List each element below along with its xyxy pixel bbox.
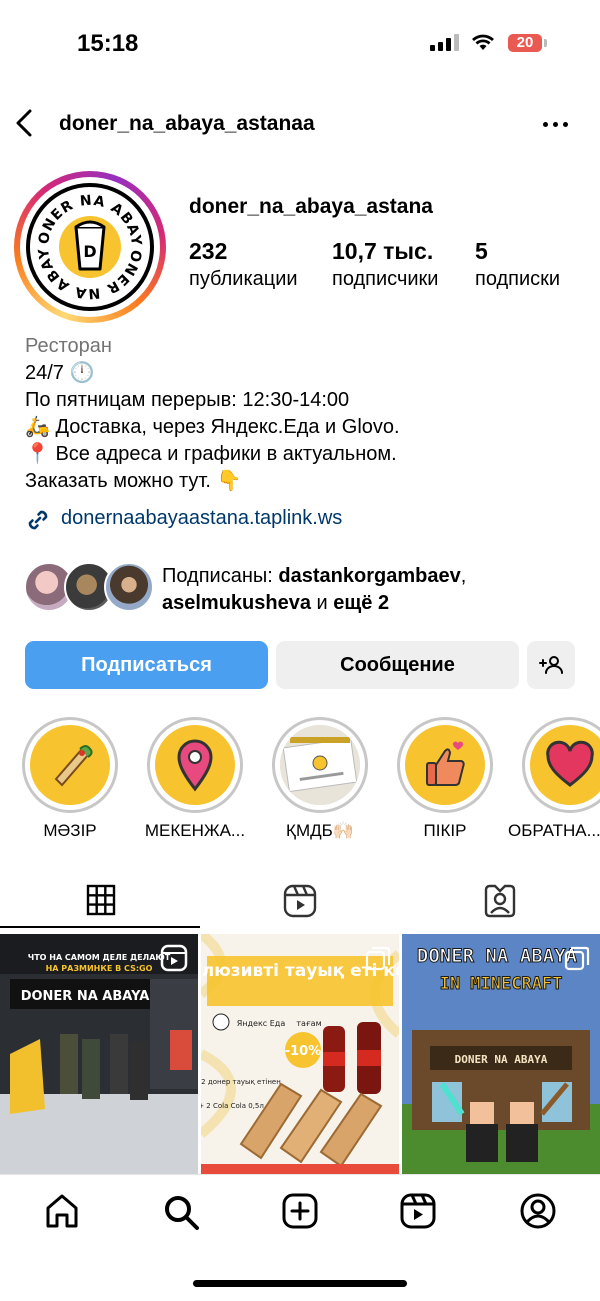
- profile-icon[interactable]: [520, 1193, 556, 1234]
- logo-letter: D: [83, 242, 96, 261]
- post-tile[interactable]: Эксклюзивті тауық еті комбо Яндекс Еда т…: [201, 934, 399, 1174]
- highlight-certificate[interactable]: [272, 717, 368, 813]
- highlight-reviews[interactable]: [397, 717, 493, 813]
- grid-tab-icon[interactable]: [86, 884, 116, 921]
- link-icon[interactable]: [24, 506, 52, 539]
- post-tile[interactable]: DONER NA ABAYA IN MINECRAFT DONER NA ABA…: [402, 934, 600, 1174]
- active-tab-indicator: [0, 926, 200, 928]
- profile-category: Ресторан: [25, 335, 112, 357]
- post-caption: НА РАЗМИНКЕ В CS:GO: [46, 964, 153, 973]
- following-count[interactable]: 5: [475, 238, 488, 265]
- profile-link[interactable]: donernaabayaastana.taplink.ws: [61, 507, 342, 530]
- follower-avatar[interactable]: [104, 562, 154, 612]
- create-post-icon[interactable]: [282, 1193, 318, 1234]
- header-username: doner_na_abaya_astanaa: [59, 112, 315, 135]
- highlight-feedback[interactable]: [522, 717, 600, 813]
- status-time: 15:18: [77, 30, 139, 57]
- post-caption: ЧТО НА САМОМ ДЕЛЕ ДЕЛАЮТ: [28, 953, 171, 962]
- profile-username: doner_na_abaya_astana: [189, 195, 433, 218]
- reels-tab-icon[interactable]: [283, 884, 317, 923]
- highlight-label[interactable]: МӘЗІР: [10, 821, 130, 841]
- avatar[interactable]: DONER NA ABAYA DONER NA ABAYA D: [20, 171, 161, 323]
- followers-count[interactable]: 10,7 тыс.: [332, 238, 433, 265]
- thumbs-up-icon: [405, 725, 485, 805]
- highlight-label[interactable]: МЕКЕНЖА...: [135, 821, 255, 841]
- follow-button[interactable]: Подписаться: [25, 641, 268, 689]
- heart-icon: [530, 725, 600, 805]
- shawarma-icon: [30, 725, 110, 805]
- carousel-icon: [564, 946, 590, 971]
- drink-text: + 2 Cola Cola 0,5л: [201, 1102, 264, 1110]
- highlight-label[interactable]: ОБРАТНА...: [508, 821, 600, 841]
- certificate-icon: [280, 725, 360, 805]
- bio-line: 24/7 🕛: [25, 362, 95, 384]
- highlight-label[interactable]: ҚМДБ🙌🏻: [260, 821, 380, 841]
- bio-line: По пятницам перерыв: 12:30-14:00: [25, 389, 350, 411]
- wifi-icon: [471, 33, 495, 56]
- suggest-user-button[interactable]: [527, 641, 575, 689]
- home-indicator: [193, 1280, 407, 1287]
- follower-username[interactable]: dastankorgambaev: [278, 565, 460, 587]
- carousel-icon: [365, 946, 391, 971]
- store-sign: DONER NA ABAYA: [21, 989, 150, 1004]
- followers-label[interactable]: подписчики: [332, 268, 438, 291]
- battery-cap: [544, 39, 547, 47]
- posts-count[interactable]: 232: [189, 238, 227, 265]
- followed-by-text[interactable]: Подписаны: dastankorgambaev, aselmukushe…: [162, 563, 466, 617]
- store-sign: DONER NA ABAYA: [455, 1053, 548, 1066]
- discount-badge: -10%: [285, 1044, 322, 1059]
- reel-icon: [160, 944, 188, 972]
- tagged-tab-icon[interactable]: [483, 884, 517, 923]
- signal-icon: [430, 34, 459, 51]
- combo-text: 2 донер тауық етінен: [201, 1078, 281, 1086]
- back-icon[interactable]: [12, 108, 36, 143]
- followed-prefix: Подписаны:: [162, 565, 279, 587]
- followed-middle: и: [310, 592, 334, 614]
- post-title: DONER NA ABAYA: [417, 945, 578, 967]
- highlight-label[interactable]: ПІКІР: [385, 821, 505, 841]
- home-icon[interactable]: [44, 1193, 80, 1234]
- post-tile[interactable]: ЧТО НА САМОМ ДЕЛЕ ДЕЛАЮТ НА РАЗМИНКЕ В C…: [0, 934, 198, 1174]
- followed-more[interactable]: ещё 2: [333, 592, 389, 614]
- add-person-icon: [539, 656, 563, 674]
- reels-icon[interactable]: [400, 1193, 436, 1234]
- location-pin-icon: [155, 725, 235, 805]
- search-icon[interactable]: [162, 1193, 200, 1236]
- bio-line: 🛵 Доставка, через Яндекс.Еда и Glovo.: [25, 416, 400, 438]
- bio-line: 📍 Все адреса и графики в актуальном.: [25, 443, 397, 465]
- posts-label[interactable]: публикации: [189, 268, 298, 291]
- bio-line: Заказать можно тут. 👇: [25, 470, 242, 492]
- partner-logo: Яндекс Еда: [237, 1019, 286, 1028]
- highlight-address[interactable]: [147, 717, 243, 813]
- follower-username[interactable]: aselmukusheva: [162, 592, 311, 614]
- highlight-menu[interactable]: [22, 717, 118, 813]
- following-label[interactable]: подписки: [475, 268, 560, 291]
- more-options-icon[interactable]: [543, 122, 568, 127]
- battery-indicator: 20: [508, 34, 542, 52]
- partner-logo: тағам: [296, 1019, 321, 1028]
- message-button[interactable]: Сообщение: [276, 641, 519, 689]
- post-subtitle: IN MINECRAFT: [440, 974, 563, 994]
